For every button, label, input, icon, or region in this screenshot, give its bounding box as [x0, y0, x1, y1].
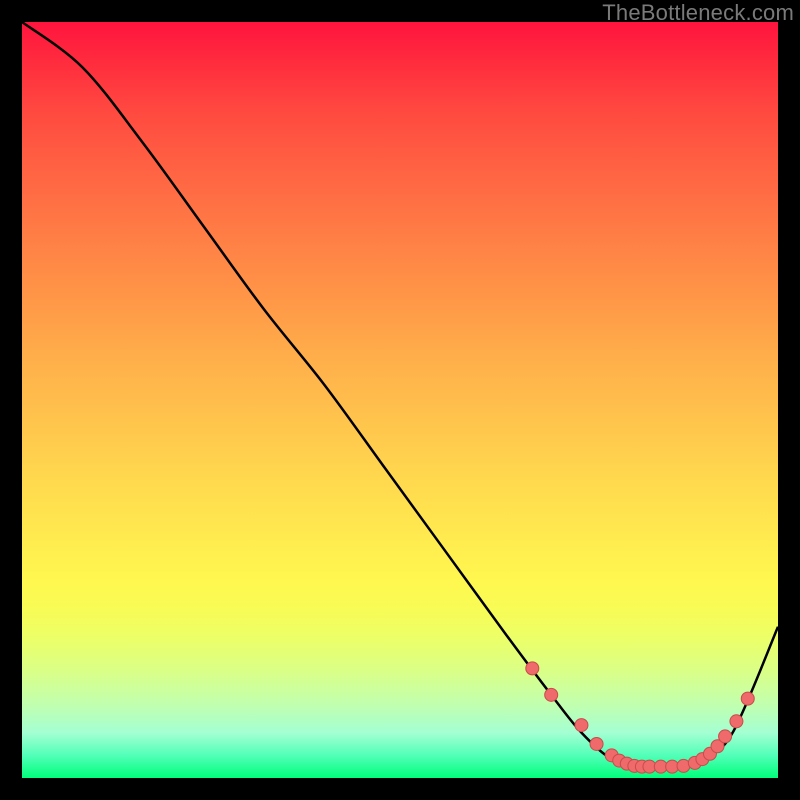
- data-marker: [719, 730, 732, 743]
- data-marker: [575, 719, 588, 732]
- data-marker: [730, 715, 743, 728]
- chart-plot-area: [22, 22, 778, 778]
- data-marker: [741, 692, 754, 705]
- curve-line: [22, 22, 778, 768]
- chart-container: TheBottleneck.com: [0, 0, 800, 800]
- data-marker: [526, 662, 539, 675]
- data-marker: [545, 688, 558, 701]
- data-marker: [590, 737, 603, 750]
- chart-svg: [22, 22, 778, 778]
- attribution-label: TheBottleneck.com: [602, 0, 794, 26]
